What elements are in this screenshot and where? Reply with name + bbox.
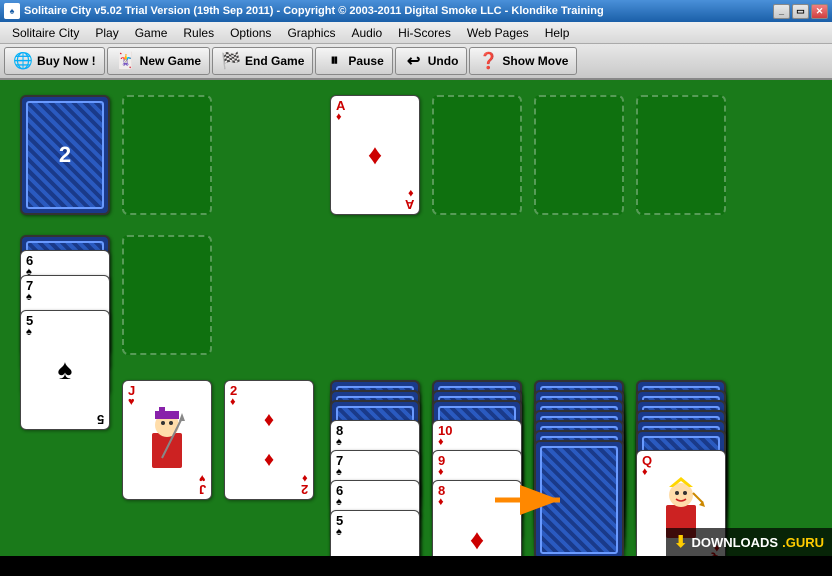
jack-figure bbox=[137, 403, 197, 478]
foundation-3[interactable] bbox=[534, 95, 624, 215]
menu-hiscores[interactable]: Hi-Scores bbox=[390, 24, 459, 42]
end-game-label: End Game bbox=[245, 54, 304, 68]
menu-help[interactable]: Help bbox=[537, 24, 578, 42]
card-suit: ♠ bbox=[336, 437, 342, 448]
menu-solitaire-city[interactable]: Solitaire City bbox=[4, 24, 87, 42]
pause-icon: ⏸ bbox=[324, 51, 344, 71]
show-move-label: Show Move bbox=[502, 54, 568, 68]
menu-audio[interactable]: Audio bbox=[343, 24, 390, 42]
menu-game[interactable]: Game bbox=[127, 24, 176, 42]
menu-options[interactable]: Options bbox=[222, 24, 279, 42]
menu-play[interactable]: Play bbox=[87, 24, 126, 42]
card-center: ♦ bbox=[368, 139, 382, 171]
undo-button[interactable]: ↩ Undo bbox=[395, 47, 468, 75]
watermark: ⬇ DOWNLOADS .GURU bbox=[666, 528, 832, 556]
menu-graphics[interactable]: Graphics bbox=[279, 24, 343, 42]
card-rank-br: A bbox=[405, 198, 414, 211]
card-suit: ♠ bbox=[26, 292, 32, 303]
tableau-col2-slot[interactable] bbox=[122, 235, 212, 355]
move-arrow bbox=[490, 485, 570, 515]
show-move-icon: ❓ bbox=[478, 51, 498, 71]
toolbar: 🌐 Buy Now ! 🃏 New Game 🏁 End Game ⏸ Paus… bbox=[0, 44, 832, 80]
card-suit: ♠ bbox=[26, 327, 32, 338]
minimize-button[interactable]: _ bbox=[773, 4, 790, 19]
menu-rules[interactable]: Rules bbox=[175, 24, 222, 42]
card-suit: ♦ bbox=[230, 397, 236, 408]
watermark-guru: .GURU bbox=[782, 535, 824, 550]
restore-button[interactable]: ▭ bbox=[792, 4, 809, 19]
buy-now-icon: 🌐 bbox=[13, 51, 33, 71]
new-game-button[interactable]: 🃏 New Game bbox=[107, 47, 210, 75]
window-controls: _ ▭ ✕ bbox=[773, 4, 828, 19]
card-rank-br: 2 bbox=[301, 483, 308, 496]
undo-label: Undo bbox=[428, 54, 459, 68]
card-suit: ♦ bbox=[438, 497, 444, 508]
foundation-1[interactable]: A ♦ ♦ A ♦ bbox=[330, 95, 420, 215]
card-suit: ♠ bbox=[336, 527, 342, 538]
card-suit: ♦ bbox=[438, 437, 444, 448]
watermark-icon: ⬇ bbox=[674, 532, 687, 552]
new-game-icon: 🃏 bbox=[116, 51, 136, 71]
card-suit: ♠ bbox=[336, 497, 342, 508]
card-center: ♠ bbox=[58, 354, 73, 386]
tableau-col5-5s[interactable]: 5 ♠ bbox=[330, 510, 420, 556]
pause-button[interactable]: ⏸ Pause bbox=[315, 47, 392, 75]
undo-icon: ↩ bbox=[404, 51, 424, 71]
new-game-label: New Game bbox=[140, 54, 201, 68]
tableau-col3-jack[interactable]: J ♥ J ♥ bbox=[122, 380, 212, 500]
tableau-col4-2d[interactable]: 2 ♦ ♦ ♦ 2 ♦ bbox=[224, 380, 314, 500]
tableau-col1-bottom[interactable]: 5 ♠ ♠ 5 bbox=[20, 310, 110, 430]
card-suit: ♦ bbox=[438, 467, 444, 478]
buy-now-label: Buy Now ! bbox=[37, 54, 96, 68]
card-suit: ♠ bbox=[336, 467, 342, 478]
watermark-text: DOWNLOADS bbox=[691, 535, 778, 550]
game-area: 2 A ♦ ♦ A ♦ 6 ♠ ♠ 6 7 ♠ ♠ ♠ ♠ 7 ♠ 5 ♠ bbox=[0, 80, 832, 556]
show-move-button[interactable]: ❓ Show Move bbox=[469, 47, 577, 75]
card-suit-br: ♦ bbox=[408, 187, 414, 198]
buy-now-button[interactable]: 🌐 Buy Now ! bbox=[4, 47, 105, 75]
stock-pile[interactable]: 2 bbox=[20, 95, 110, 215]
close-button[interactable]: ✕ bbox=[811, 4, 828, 19]
card-suit-br: ♦ bbox=[302, 472, 308, 483]
card-suit: ♦ bbox=[336, 112, 342, 123]
waste-pile[interactable] bbox=[122, 95, 212, 215]
menu-bar: Solitaire City Play Game Rules Options G… bbox=[0, 22, 832, 44]
card-rank-br: 5 bbox=[97, 413, 104, 426]
card-center: ♦ bbox=[470, 524, 484, 556]
foundation-4[interactable] bbox=[636, 95, 726, 215]
window-title: Solitaire City v5.02 Trial Version (19th… bbox=[24, 5, 773, 17]
end-game-button[interactable]: 🏁 End Game bbox=[212, 47, 313, 75]
foundation-2[interactable] bbox=[432, 95, 522, 215]
pause-label: Pause bbox=[348, 54, 383, 68]
end-game-icon: 🏁 bbox=[221, 51, 241, 71]
card-rank-br: J bbox=[199, 483, 206, 496]
menu-webpages[interactable]: Web Pages bbox=[459, 24, 537, 42]
title-bar: ♠ Solitaire City v5.02 Trial Version (19… bbox=[0, 0, 832, 22]
card-suit-br: ♥ bbox=[199, 472, 206, 483]
app-icon: ♠ bbox=[4, 3, 20, 19]
